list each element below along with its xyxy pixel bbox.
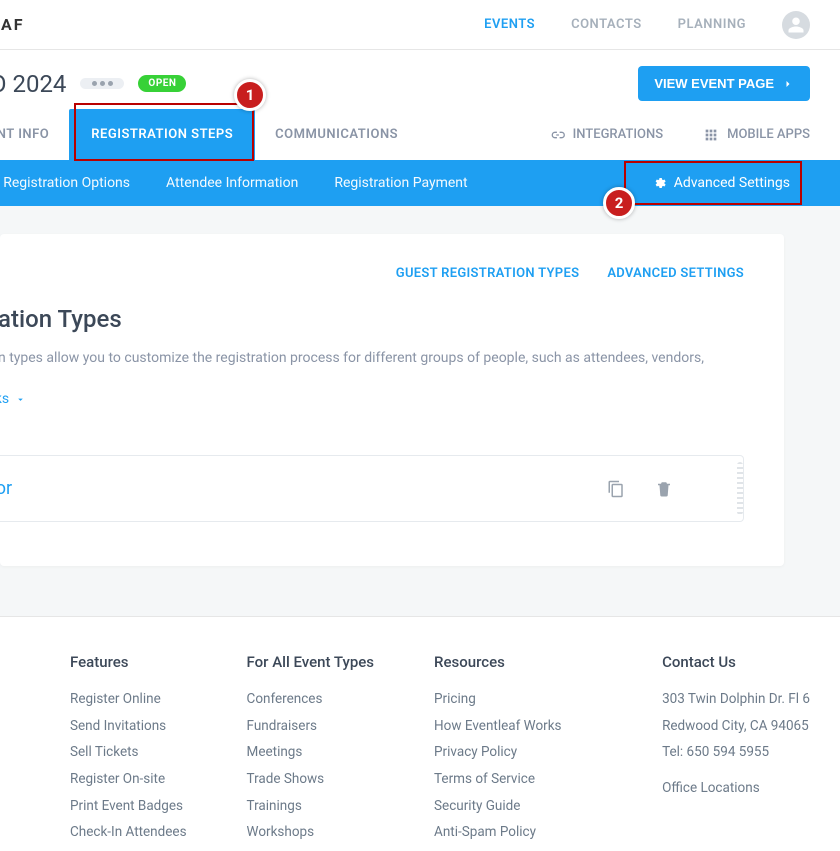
view-event-page-button[interactable]: VIEW EVENT PAGE (638, 66, 810, 101)
footer-link[interactable]: Register On-site (70, 771, 187, 789)
footer-types-heading: For All Event Types (247, 653, 374, 671)
footer-link[interactable]: Sell Tickets (70, 744, 187, 762)
chevron-down-icon (15, 394, 26, 405)
advanced-settings-label: Advanced Settings (674, 175, 790, 191)
subtab-registration-options[interactable]: Registration Options (0, 160, 148, 206)
advanced-settings-link[interactable]: ADVANCED SETTINGS (607, 266, 744, 281)
tab-communications[interactable]: COMMUNICATIONS (255, 109, 418, 160)
footer-resources-heading: Resources (434, 653, 562, 671)
footer-office-locations[interactable]: Office Locations (662, 780, 810, 798)
how-it-works-label: rks (0, 391, 9, 407)
footer-link[interactable]: Print Event Badges (70, 798, 187, 816)
subtab-registration-payment[interactable]: Registration Payment (316, 160, 485, 206)
event-title: O 2024 (0, 70, 66, 98)
footer-link[interactable]: Meetings (247, 744, 374, 762)
tab-registration-steps[interactable]: REGISTRATION STEPS (69, 109, 255, 160)
tab-integrations-label: INTEGRATIONS (573, 127, 664, 142)
footer-link[interactable]: Anti-Spam Policy (434, 824, 562, 842)
footer-link[interactable]: Workshops (247, 824, 374, 842)
footer-link[interactable]: Pricing (434, 691, 562, 709)
footer-link[interactable]: Trade Shows (247, 771, 374, 789)
registration-type-name[interactable]: tor (0, 478, 12, 499)
tab-event-info[interactable]: VENT INFO (0, 109, 69, 160)
footer-link[interactable]: Trainings (247, 798, 374, 816)
trash-icon[interactable] (655, 480, 673, 498)
footer-link[interactable]: Security Guide (434, 798, 562, 816)
nav-planning[interactable]: PLANNING (678, 17, 746, 32)
person-icon (787, 16, 805, 34)
footer-link[interactable]: Privacy Policy (434, 744, 562, 762)
subtab-attendee-information[interactable]: Attendee Information (148, 160, 316, 206)
subtab-advanced-settings[interactable]: Advanced Settings (632, 160, 810, 206)
footer-link[interactable]: Send Invitations (70, 718, 187, 736)
brand-logo[interactable]: EAF (0, 15, 25, 34)
nav-contacts[interactable]: CONTACTS (571, 17, 642, 32)
footer-features-heading: Features (70, 653, 187, 671)
footer-link[interactable]: Conferences (247, 691, 374, 709)
footer-contact-heading: Contact Us (662, 653, 810, 671)
apps-icon (703, 127, 719, 143)
footer-link[interactable]: Fundraisers (247, 718, 374, 736)
page-description: on types allow you to customize the regi… (0, 347, 744, 369)
nav-events[interactable]: EVENTS (484, 17, 535, 32)
view-event-page-label: VIEW EVENT PAGE (654, 76, 774, 91)
footer-link[interactable]: How Eventleaf Works (434, 718, 562, 736)
registration-type-row[interactable]: tor (0, 455, 744, 522)
footer-link[interactable]: Register Online (70, 691, 187, 709)
chevron-right-icon (782, 78, 794, 90)
how-it-works-toggle[interactable]: rks (0, 391, 26, 407)
user-avatar[interactable] (782, 11, 810, 39)
tab-integrations[interactable]: INTEGRATIONS (549, 127, 664, 143)
footer-link[interactable]: Check-In Attendees (70, 824, 187, 842)
footer-address-line1: 303 Twin Dolphin Dr. Fl 6 (662, 691, 810, 709)
footer-tel: Tel: 650 594 5955 (662, 744, 810, 762)
copy-icon[interactable] (607, 480, 625, 498)
footer-link[interactable]: Terms of Service (434, 771, 562, 789)
link-icon (549, 127, 565, 143)
guest-registration-types-link[interactable]: GUEST REGISTRATION TYPES (396, 266, 580, 281)
tab-mobile-apps[interactable]: MOBILE APPS (703, 127, 810, 143)
event-actions-menu[interactable] (80, 78, 124, 89)
gear-icon (652, 176, 666, 190)
page-title: ration Types (0, 305, 744, 333)
footer-address-line2: Redwood City, CA 94065 (662, 718, 810, 736)
event-status-badge: OPEN (138, 75, 186, 92)
tab-mobile-apps-label: MOBILE APPS (727, 127, 810, 142)
